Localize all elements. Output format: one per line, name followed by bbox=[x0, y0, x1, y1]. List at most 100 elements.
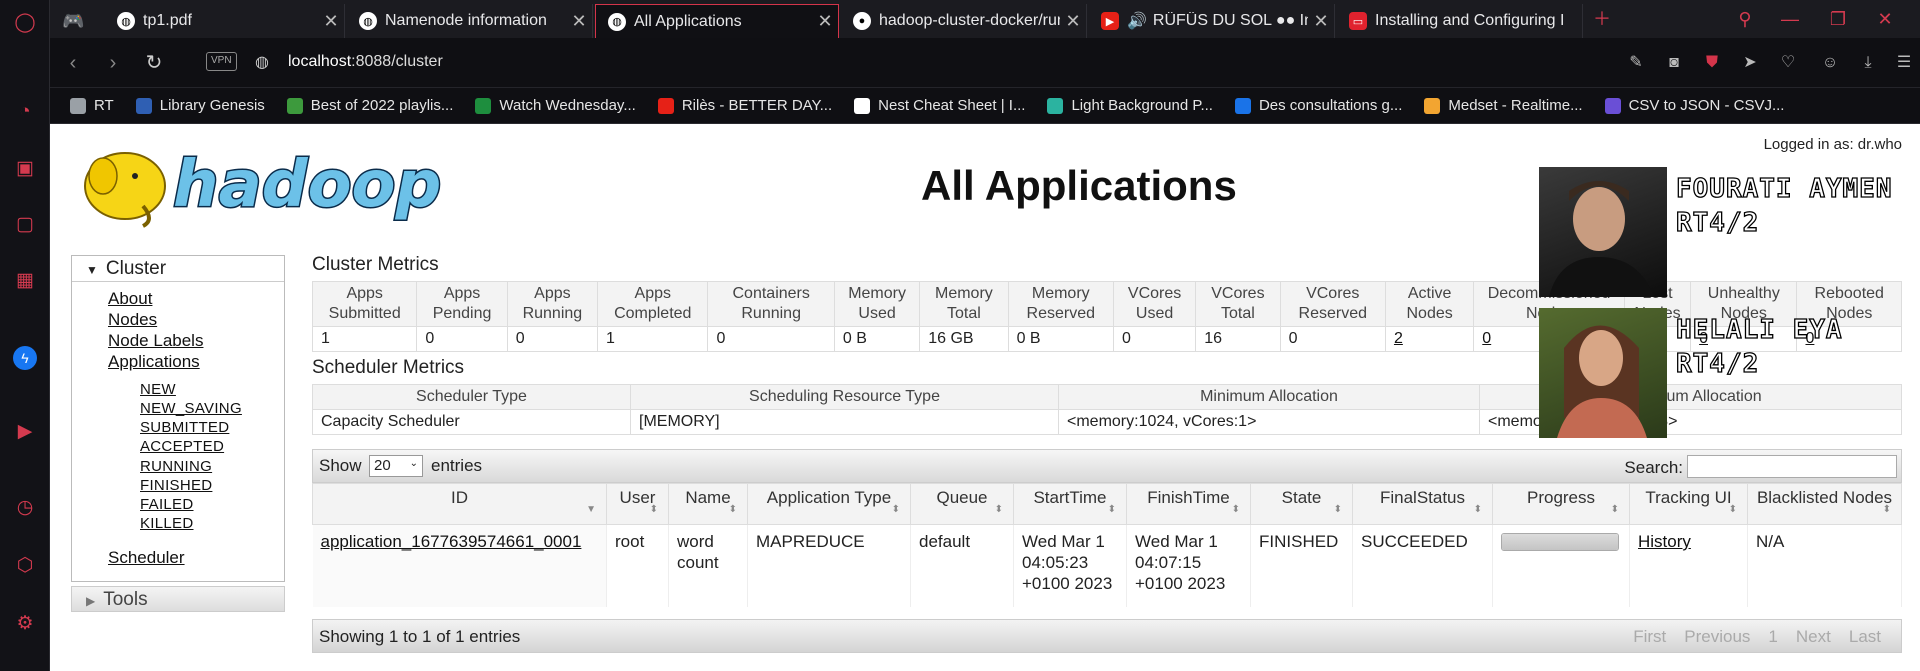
close-icon[interactable]: ✕ bbox=[318, 11, 344, 32]
nav-nodes[interactable]: Nodes bbox=[108, 310, 157, 330]
bookmark-item[interactable]: Nest Cheat Sheet | I... bbox=[854, 97, 1025, 114]
column-header[interactable]: Application Type ⬍ bbox=[747, 483, 911, 525]
bookmark-item[interactable]: RT bbox=[70, 97, 114, 114]
url-field[interactable]: localhost:8088/cluster bbox=[288, 53, 443, 71]
nav-about[interactable]: About bbox=[108, 289, 152, 309]
nav-state-submitted[interactable]: SUBMITTED bbox=[140, 419, 229, 436]
camera-icon[interactable]: ◙ bbox=[1662, 51, 1686, 75]
column-header[interactable]: Blacklisted Nodes ⬍ bbox=[1747, 483, 1902, 525]
nav-state-finished[interactable]: FINISHED bbox=[140, 477, 212, 494]
shopping-bag-icon[interactable]: ▣ bbox=[13, 157, 37, 181]
column-header[interactable]: FinalStatus ⬍ bbox=[1352, 483, 1493, 525]
bookmark-item[interactable]: Best of 2022 playlis... bbox=[286, 97, 453, 114]
column-header[interactable]: StartTime ⬍ bbox=[1013, 483, 1127, 525]
new-tab-icon[interactable]: ＋ bbox=[1587, 6, 1617, 32]
snapshot-icon[interactable]: ✎ bbox=[1624, 51, 1648, 75]
column-header[interactable]: Name ⬍ bbox=[668, 483, 748, 525]
cluster-metric-header: Containers Running bbox=[707, 281, 835, 327]
cube-icon[interactable]: ⬡ bbox=[13, 554, 37, 578]
nav-state-failed[interactable]: FAILED bbox=[140, 496, 194, 513]
nav-scheduler[interactable]: Scheduler bbox=[108, 548, 185, 568]
page-last[interactable]: Last bbox=[1849, 627, 1881, 646]
cluster-metric-header: VCores Used bbox=[1112, 281, 1197, 327]
bookmark-item[interactable]: Des consultations g... bbox=[1234, 97, 1402, 114]
easy-setup-icon[interactable]: ☰ bbox=[1892, 51, 1916, 75]
tracking-ui-link[interactable]: History bbox=[1638, 532, 1691, 551]
speed-dial-icon[interactable]: ◔ bbox=[13, 100, 37, 124]
bookmark-item[interactable]: Watch Wednesday... bbox=[475, 97, 636, 114]
column-header[interactable]: Tracking UI ⬍ bbox=[1629, 483, 1748, 525]
search-icon[interactable]: ⚲ bbox=[1730, 6, 1760, 32]
entries-select[interactable]: 20 ⌄ bbox=[369, 455, 423, 477]
search-input[interactable] bbox=[1687, 455, 1897, 478]
nav-state-new-saving[interactable]: NEW_SAVING bbox=[140, 400, 242, 417]
bookmark-item[interactable]: Light Background P... bbox=[1047, 97, 1213, 114]
restore-icon[interactable]: ❐ bbox=[1823, 6, 1853, 32]
sort-icon: ▼ bbox=[586, 504, 596, 515]
tab-pdf[interactable]: ◍ tp1.pdf ✕ bbox=[105, 4, 345, 38]
nav-state-running[interactable]: RUNNING bbox=[140, 458, 212, 475]
nav-state-new[interactable]: NEW bbox=[140, 381, 176, 398]
download-icon[interactable]: ⤓ bbox=[1856, 51, 1880, 75]
cell-type: MAPREDUCE bbox=[747, 524, 911, 607]
close-icon[interactable]: ✕ bbox=[566, 11, 592, 32]
tab-oracle[interactable]: ▭ Installing and Configuring I bbox=[1337, 4, 1583, 38]
column-header[interactable]: User ⬍ bbox=[606, 483, 669, 525]
close-icon[interactable]: ✕ bbox=[1060, 11, 1086, 32]
tab-github[interactable]: ● hadoop-cluster-docker/run ✕ bbox=[841, 4, 1087, 38]
column-header[interactable]: ID ▼ bbox=[312, 483, 607, 525]
column-header[interactable]: FinishTime ⬍ bbox=[1126, 483, 1251, 525]
cluster-metric-header: Memory Used bbox=[833, 281, 921, 327]
gx-controls-icon[interactable]: 🎮 bbox=[50, 4, 110, 38]
nav-node-labels[interactable]: Node Labels bbox=[108, 331, 203, 351]
vpn-badge[interactable]: VPN bbox=[206, 52, 237, 71]
account-icon[interactable]: ☺ bbox=[1818, 51, 1842, 75]
reload-icon[interactable]: ↻ bbox=[141, 50, 167, 76]
tools-header[interactable]: ▶ Tools bbox=[71, 586, 285, 612]
player-icon[interactable]: ▶ bbox=[13, 420, 37, 444]
sort-icon: ⬍ bbox=[1231, 504, 1240, 515]
bookmark-label: Rilès - BETTER DAY... bbox=[681, 97, 833, 114]
tab-namenode[interactable]: ◍ Namenode information ✕ bbox=[347, 4, 593, 38]
bookmark-item[interactable]: Rilès - BETTER DAY... bbox=[657, 97, 833, 114]
minimize-icon[interactable]: — bbox=[1775, 6, 1805, 32]
table-info: Showing 1 to 1 of 1 entries bbox=[319, 627, 521, 646]
cluster-header[interactable]: ▼ Cluster bbox=[72, 256, 284, 282]
nav-applications[interactable]: Applications bbox=[108, 352, 200, 372]
close-icon[interactable]: ✕ bbox=[812, 11, 838, 32]
bookmark-item[interactable]: Medset - Realtime... bbox=[1424, 97, 1583, 114]
back-icon[interactable]: ‹ bbox=[60, 50, 86, 76]
opera-logo-icon[interactable]: ◯ bbox=[13, 11, 37, 35]
application-id-link[interactable]: application_1677639574661_0001 bbox=[321, 532, 582, 551]
messenger-icon[interactable]: ϟ bbox=[13, 346, 37, 370]
twitch-icon[interactable]: ▢ bbox=[13, 213, 37, 237]
tab-all-applications[interactable]: ◍ All Applications ✕ bbox=[595, 4, 839, 38]
nav-state-killed[interactable]: KILLED bbox=[140, 515, 194, 532]
page-first[interactable]: First bbox=[1633, 627, 1666, 646]
cluster-metric-value[interactable]: 2 bbox=[1384, 326, 1475, 352]
column-header[interactable]: Queue ⬍ bbox=[910, 483, 1014, 525]
tab-youtube[interactable]: ▶ 🔊 RÜFÜS DU SOL ●● Inne ✕ bbox=[1089, 4, 1335, 38]
page-next[interactable]: Next bbox=[1796, 627, 1831, 646]
close-icon[interactable]: ✕ bbox=[1308, 11, 1334, 32]
forward-icon[interactable]: › bbox=[100, 50, 126, 76]
cluster-metric-header: Memory Total bbox=[919, 281, 1009, 327]
column-header[interactable]: Progress ⬍ bbox=[1492, 483, 1630, 525]
close-window-icon[interactable]: ✕ bbox=[1870, 6, 1900, 32]
cell-finish: Wed Mar 1 04:07:15 +0100 2023 bbox=[1126, 524, 1251, 607]
globe-icon[interactable]: ◍ bbox=[249, 50, 275, 76]
send-icon[interactable]: ➤ bbox=[1738, 51, 1762, 75]
bookmark-item[interactable]: Library Genesis bbox=[135, 97, 265, 114]
column-header[interactable]: State ⬍ bbox=[1250, 483, 1353, 525]
history-icon[interactable]: ◷ bbox=[13, 496, 37, 520]
page-previous[interactable]: Previous bbox=[1684, 627, 1750, 646]
speaker-icon[interactable]: 🔊 bbox=[1127, 11, 1147, 31]
settings-icon[interactable]: ⚙ bbox=[13, 612, 37, 636]
chip-icon[interactable]: ▦ bbox=[13, 269, 37, 293]
chevron-down-icon: ⌄ bbox=[409, 458, 418, 469]
adblock-shield-icon[interactable]: ⛊ bbox=[1700, 51, 1724, 75]
bookmark-item[interactable]: CSV to JSON - CSVJ... bbox=[1604, 97, 1784, 114]
nav-state-accepted[interactable]: ACCEPTED bbox=[140, 438, 224, 455]
heart-icon[interactable]: ♡ bbox=[1776, 51, 1800, 75]
page-1[interactable]: 1 bbox=[1768, 627, 1777, 646]
